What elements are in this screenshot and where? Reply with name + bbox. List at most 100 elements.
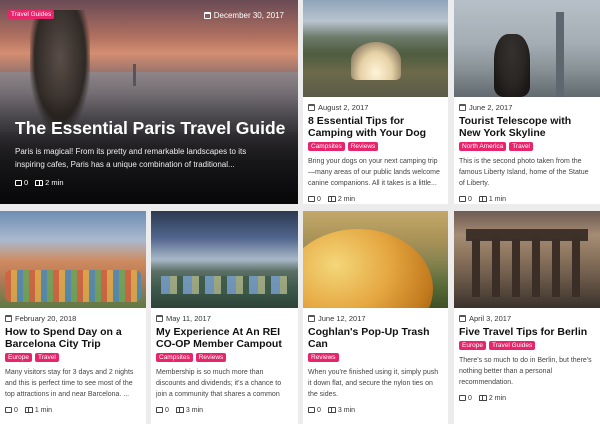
book-icon [327, 407, 336, 413]
comment-count[interactable]: 0 [317, 196, 321, 203]
comment-count[interactable]: 0 [14, 407, 18, 414]
post-excerpt: There's so much to do in Berlin, but the… [459, 357, 592, 386]
comment-icon [459, 196, 466, 202]
post-excerpt: Bring your dogs on your next camping tri… [308, 158, 440, 187]
category-tag[interactable]: Travel Guides [8, 10, 55, 19]
comment-count[interactable]: 0 [468, 196, 472, 203]
brandenburg-gate-image [472, 239, 582, 297]
tag-campsites[interactable]: Campsites [308, 142, 345, 151]
post-date-text: June 12, 2017 [318, 313, 366, 323]
tag-travel[interactable]: Travel [34, 353, 59, 362]
next-post-card-edge [151, 417, 298, 424]
tag-reviews[interactable]: Reviews [347, 142, 379, 151]
featured-post-excerpt: Paris is magical! From its pretty and re… [15, 147, 247, 169]
read-time: 2 min [45, 178, 64, 187]
post-card[interactable]: June 2, 2017 Tourist Telescope with New … [454, 0, 600, 204]
calendar-icon [203, 12, 211, 19]
tent-image [351, 42, 401, 80]
post-card[interactable]: June 12, 2017 Coghlan's Pop-Up Trash Can… [303, 211, 448, 417]
post-meta: 0 2 min [15, 178, 67, 187]
skyline-image [556, 12, 564, 97]
read-time: 2 min [488, 394, 507, 402]
comment-count[interactable]: 0 [24, 178, 28, 187]
calendar-icon [459, 103, 466, 111]
comment-icon [15, 179, 22, 186]
next-post-card-edge [0, 417, 146, 424]
telescope-image [494, 34, 530, 97]
book-icon [327, 196, 336, 202]
post-meta: 0 3 min [308, 405, 443, 415]
eiffel-tower-image [133, 64, 136, 86]
tag-travel[interactable]: Travel [509, 142, 534, 151]
post-meta: 0 1 min [459, 194, 595, 204]
post-thumbnail[interactable] [303, 0, 448, 97]
post-thumbnail[interactable] [303, 211, 448, 308]
next-post-card-edge [454, 417, 600, 424]
post-card[interactable]: May 11, 2017 My Experience At An REI CO-… [151, 211, 298, 417]
post-date: June 12, 2017 [308, 313, 443, 323]
post-card[interactable]: February 20, 2018 How to Spend Day on a … [0, 211, 146, 417]
post-thumbnail[interactable] [0, 211, 146, 308]
tag-travel-guides[interactable]: Travel Guides [488, 341, 536, 350]
post-excerpt: Membership is so much more than discount… [156, 369, 282, 398]
post-date: August 2, 2017 [308, 102, 443, 112]
book-icon [35, 179, 44, 186]
post-title[interactable]: Tourist Telescope with New York Skyline [459, 115, 595, 139]
book-icon [24, 407, 33, 413]
post-title[interactable]: Five Travel Tips for Berlin [459, 326, 595, 338]
post-date-text: August 2, 2017 [318, 102, 369, 112]
post-card[interactable]: August 2, 2017 8 Essential Tips for Camp… [303, 0, 448, 204]
post-meta: 0 1 min [5, 405, 141, 415]
post-card[interactable]: April 3, 2017 Five Travel Tips for Berli… [454, 211, 600, 417]
comment-icon [308, 407, 315, 413]
calendar-icon [5, 314, 12, 322]
post-title[interactable]: Coghlan's Pop-Up Trash Can [308, 326, 443, 350]
popup-tent-image [303, 229, 433, 308]
post-thumbnail[interactable] [151, 211, 298, 308]
next-post-card-edge [303, 417, 448, 424]
post-date-text: February 20, 2018 [15, 313, 77, 323]
post-date-text: May 11, 2017 [166, 313, 211, 323]
post-date: May 11, 2017 [156, 313, 293, 323]
calendar-icon [459, 314, 466, 322]
featured-post-title[interactable]: The Essential Paris Travel Guide [15, 118, 288, 139]
post-thumbnail[interactable] [454, 0, 600, 97]
tag-campsites[interactable]: Campsites [156, 353, 193, 362]
calendar-icon [308, 314, 315, 322]
post-date: June 2, 2017 [459, 102, 595, 112]
tag-europe[interactable]: Europe [5, 353, 32, 362]
post-excerpt: Many visitors stay for 3 days and 2 nigh… [5, 369, 134, 398]
comment-icon [308, 196, 315, 202]
calendar-icon [308, 103, 315, 111]
comment-count[interactable]: 0 [165, 407, 169, 414]
tag-europe[interactable]: Europe [459, 341, 486, 350]
post-meta: 0 2 min [459, 393, 595, 403]
post-date: December 30, 2017 [203, 11, 284, 20]
campout-image [161, 276, 288, 294]
comment-icon [459, 395, 466, 401]
calendar-icon [156, 314, 163, 322]
read-time: 2 min [337, 195, 356, 203]
tag-reviews[interactable]: Reviews [195, 353, 227, 362]
post-date: February 20, 2018 [5, 313, 141, 323]
book-icon [478, 196, 487, 202]
book-icon [175, 407, 184, 413]
post-excerpt: When you're finished using it, simply pu… [308, 369, 439, 398]
post-date-text: June 2, 2017 [469, 102, 513, 112]
post-thumbnail[interactable] [454, 211, 600, 308]
post-title[interactable]: How to Spend Day on a Barcelona City Tri… [5, 326, 141, 350]
park-guell-image [5, 270, 141, 302]
comment-count[interactable]: 0 [317, 407, 321, 414]
tag-north-america[interactable]: North America [459, 142, 507, 151]
read-time: 1 min [34, 406, 53, 414]
post-date: April 3, 2017 [459, 313, 595, 323]
read-time: 3 min [185, 406, 204, 414]
post-title[interactable]: My Experience At An REI CO-OP Member Cam… [156, 326, 293, 350]
comment-count[interactable]: 0 [468, 395, 472, 402]
post-excerpt: This is the second photo taken from the … [459, 158, 589, 187]
post-title[interactable]: 8 Essential Tips for Camping with Your D… [308, 115, 443, 139]
read-time: 3 min [337, 406, 356, 414]
featured-post-card[interactable]: Travel Guides December 30, 2017 The Esse… [0, 0, 298, 204]
post-meta: 0 3 min [156, 405, 293, 415]
tag-reviews[interactable]: Reviews [308, 353, 339, 362]
